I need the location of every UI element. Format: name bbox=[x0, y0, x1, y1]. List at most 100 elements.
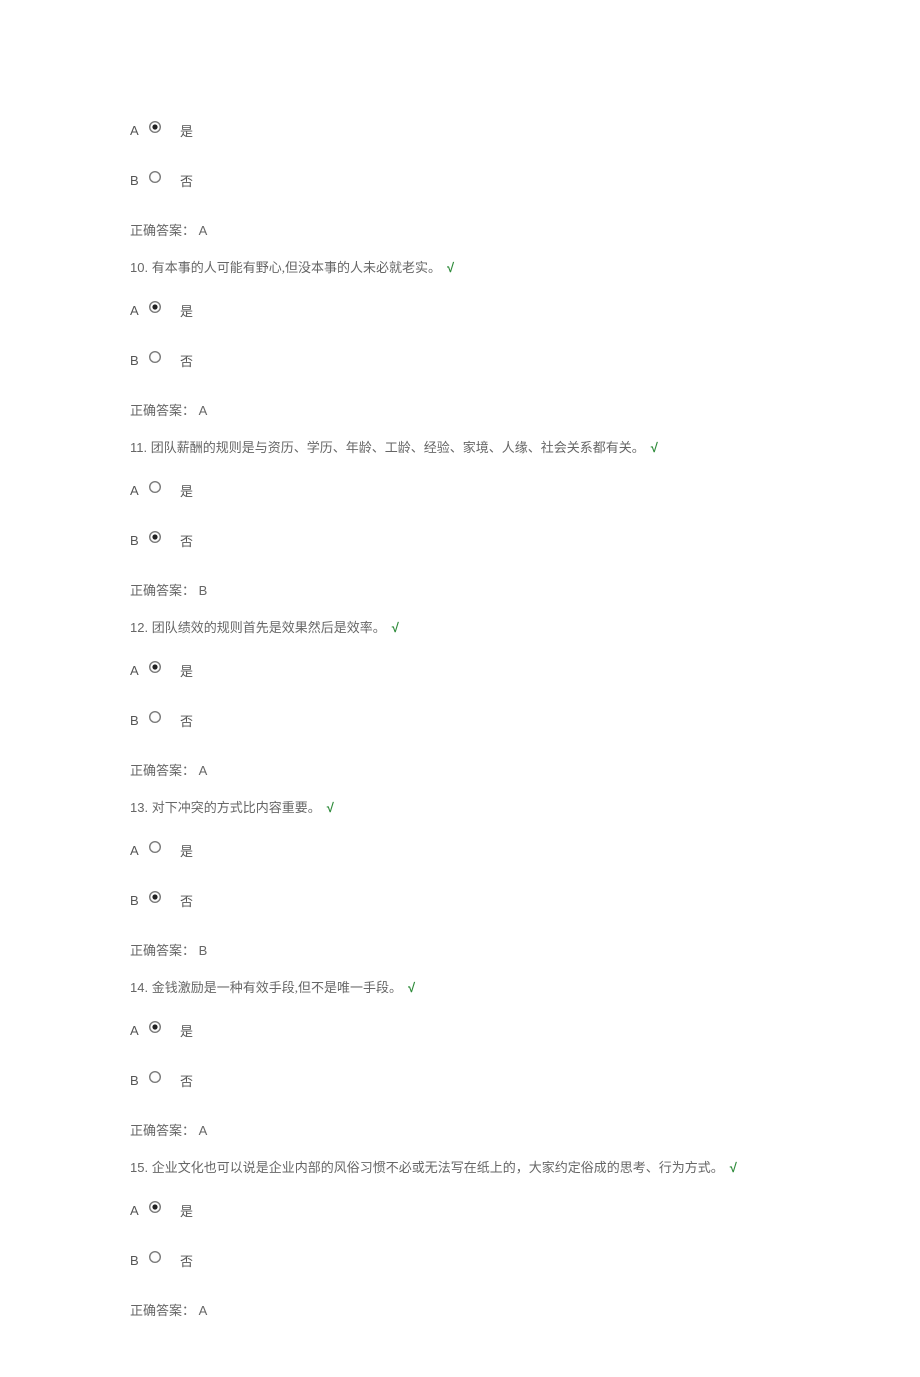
radio-button-unchecked-icon[interactable] bbox=[148, 170, 162, 184]
option-row: B否 bbox=[130, 1250, 790, 1270]
option-row: B否 bbox=[130, 170, 790, 190]
question-number: 11. bbox=[130, 440, 147, 455]
correct-answer-value: B bbox=[199, 583, 208, 598]
check-icon: √ bbox=[651, 440, 658, 455]
question-body: 团队绩效的规则首先是效果然后是效率。 bbox=[152, 620, 386, 635]
question-text: 14. 金钱激励是一种有效手段,但不是唯一手段。 √ bbox=[130, 977, 790, 996]
radio-button-checked-icon[interactable] bbox=[148, 530, 162, 544]
option-label: 是 bbox=[180, 661, 193, 680]
correct-answer: 正确答案： A bbox=[130, 760, 790, 779]
option-label: 否 bbox=[180, 1071, 193, 1090]
option-letter: B bbox=[130, 1253, 144, 1268]
check-icon: √ bbox=[392, 620, 399, 635]
option-label: 是 bbox=[180, 481, 193, 500]
option-row: A是 bbox=[130, 1020, 790, 1040]
check-icon: √ bbox=[327, 800, 334, 815]
option-letter: A bbox=[130, 123, 144, 138]
question-number: 12. bbox=[130, 620, 148, 635]
correct-answer: 正确答案： A bbox=[130, 1300, 790, 1319]
option-letter: B bbox=[130, 713, 144, 728]
radio-button-unchecked-icon[interactable] bbox=[148, 350, 162, 364]
option-letter: B bbox=[130, 353, 144, 368]
question-text: 12. 团队绩效的规则首先是效果然后是效率。 √ bbox=[130, 617, 790, 636]
option-label: 是 bbox=[180, 301, 193, 320]
radio-button-unchecked-icon[interactable] bbox=[148, 1250, 162, 1264]
correct-answer: 正确答案： A bbox=[130, 220, 790, 239]
radio-button-checked-icon[interactable] bbox=[148, 1200, 162, 1214]
question-number: 13. bbox=[130, 800, 148, 815]
radio-button-unchecked-icon[interactable] bbox=[148, 480, 162, 494]
option-letter: B bbox=[130, 533, 144, 548]
option-label: 否 bbox=[180, 1251, 193, 1270]
option-row: A是 bbox=[130, 480, 790, 500]
radio-button-checked-icon[interactable] bbox=[148, 660, 162, 674]
correct-answer-value: A bbox=[199, 1123, 208, 1138]
option-label: 否 bbox=[180, 171, 193, 190]
question-text: 10. 有本事的人可能有野心,但没本事的人未必就老实。 √ bbox=[130, 257, 790, 276]
radio-button-checked-icon[interactable] bbox=[148, 300, 162, 314]
radio-button-unchecked-icon[interactable] bbox=[148, 710, 162, 724]
option-label: 是 bbox=[180, 841, 193, 860]
option-letter: B bbox=[130, 173, 144, 188]
radio-button-unchecked-icon[interactable] bbox=[148, 840, 162, 854]
option-letter: A bbox=[130, 1203, 144, 1218]
option-row: A是 bbox=[130, 660, 790, 680]
option-letter: A bbox=[130, 303, 144, 318]
check-icon: √ bbox=[730, 1160, 737, 1175]
correct-answer: 正确答案： A bbox=[130, 1120, 790, 1139]
radio-button-checked-icon[interactable] bbox=[148, 1020, 162, 1034]
question-number: 15. bbox=[130, 1160, 148, 1175]
correct-answer: 正确答案： A bbox=[130, 400, 790, 419]
correct-answer-value: A bbox=[199, 223, 208, 238]
option-label: 否 bbox=[180, 711, 193, 730]
radio-button-checked-icon[interactable] bbox=[148, 890, 162, 904]
option-label: 是 bbox=[180, 1021, 193, 1040]
question-number: 14. bbox=[130, 980, 148, 995]
question-body: 对下冲突的方式比内容重要。 bbox=[152, 800, 321, 815]
question-number: 10. bbox=[130, 260, 148, 275]
question-body: 有本事的人可能有野心,但没本事的人未必就老实。 bbox=[152, 260, 441, 275]
correct-answer-value: A bbox=[199, 1303, 208, 1318]
correct-answer-prefix: 正确答案： bbox=[130, 223, 195, 238]
correct-answer-prefix: 正确答案： bbox=[130, 1123, 195, 1138]
option-row: B否 bbox=[130, 710, 790, 730]
option-row: A是 bbox=[130, 1200, 790, 1220]
option-letter: A bbox=[130, 483, 144, 498]
option-label: 是 bbox=[180, 121, 193, 140]
option-row: B否 bbox=[130, 1070, 790, 1090]
correct-answer-value: A bbox=[199, 403, 208, 418]
question-text: 11. 团队薪酬的规则是与资历、学历、年龄、工龄、经验、家境、人缘、社会关系都有… bbox=[130, 437, 790, 456]
question-body: 团队薪酬的规则是与资历、学历、年龄、工龄、经验、家境、人缘、社会关系都有关。 bbox=[151, 440, 645, 455]
correct-answer-prefix: 正确答案： bbox=[130, 1303, 195, 1318]
option-row: B否 bbox=[130, 530, 790, 550]
correct-answer: 正确答案： B bbox=[130, 940, 790, 959]
check-icon: √ bbox=[408, 980, 415, 995]
option-row: A是 bbox=[130, 120, 790, 140]
check-icon: √ bbox=[447, 260, 454, 275]
option-row: B否 bbox=[130, 350, 790, 370]
correct-answer-value: B bbox=[199, 943, 208, 958]
option-letter: B bbox=[130, 893, 144, 908]
option-label: 是 bbox=[180, 1201, 193, 1220]
option-label: 否 bbox=[180, 351, 193, 370]
correct-answer-prefix: 正确答案： bbox=[130, 763, 195, 778]
option-letter: A bbox=[130, 663, 144, 678]
correct-answer: 正确答案： B bbox=[130, 580, 790, 599]
question-text: 15. 企业文化也可以说是企业内部的风俗习惯不必或无法写在纸上的，大家约定俗成的… bbox=[130, 1157, 790, 1176]
correct-answer-prefix: 正确答案： bbox=[130, 583, 195, 598]
question-body: 金钱激励是一种有效手段,但不是唯一手段。 bbox=[152, 980, 402, 995]
correct-answer-value: A bbox=[199, 763, 208, 778]
option-label: 否 bbox=[180, 891, 193, 910]
option-letter: A bbox=[130, 843, 144, 858]
radio-button-unchecked-icon[interactable] bbox=[148, 1070, 162, 1084]
question-text: 13. 对下冲突的方式比内容重要。 √ bbox=[130, 797, 790, 816]
option-row: A是 bbox=[130, 840, 790, 860]
question-body: 企业文化也可以说是企业内部的风俗习惯不必或无法写在纸上的，大家约定俗成的思考、行… bbox=[152, 1160, 724, 1175]
correct-answer-prefix: 正确答案： bbox=[130, 943, 195, 958]
option-letter: A bbox=[130, 1023, 144, 1038]
option-row: A是 bbox=[130, 300, 790, 320]
option-letter: B bbox=[130, 1073, 144, 1088]
option-label: 否 bbox=[180, 531, 193, 550]
correct-answer-prefix: 正确答案： bbox=[130, 403, 195, 418]
radio-button-checked-icon[interactable] bbox=[148, 120, 162, 134]
